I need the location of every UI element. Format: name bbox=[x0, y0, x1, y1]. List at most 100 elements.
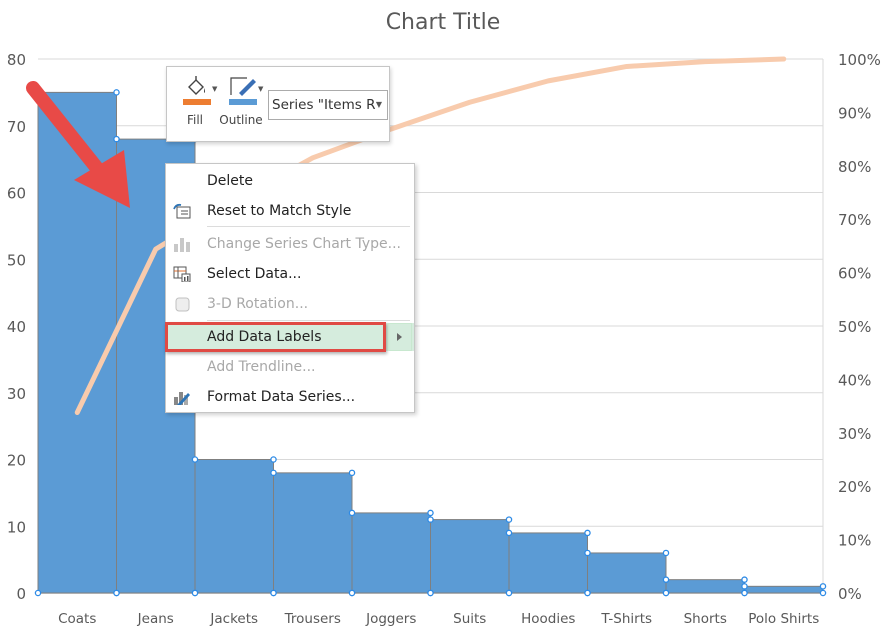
fill-dropdown-icon[interactable]: ▼ bbox=[212, 85, 217, 93]
selection-handle bbox=[191, 589, 199, 597]
y2-tick-label: 50% bbox=[838, 318, 871, 336]
paint-bucket-icon bbox=[188, 76, 205, 95]
menu-item-format-data-series[interactable]: Format Data Series... bbox=[166, 383, 414, 411]
y2-tick-label: 10% bbox=[838, 532, 871, 550]
selection-handle bbox=[270, 589, 277, 597]
outline-dropdown-icon[interactable]: ▼ bbox=[258, 85, 263, 93]
bar[interactable] bbox=[273, 472, 353, 594]
x-tick-label: Polo Shirts bbox=[748, 611, 819, 627]
menu-separator bbox=[207, 320, 410, 321]
mini-toolbar: ▼ Fill ▼ Outline Series "Items R ▼ bbox=[166, 66, 390, 142]
outline-color-swatch bbox=[229, 99, 257, 105]
chart-type-icon bbox=[174, 238, 190, 252]
selection-handle bbox=[741, 583, 748, 590]
selection-handle bbox=[191, 456, 199, 463]
chart-title[interactable]: Chart Title bbox=[386, 10, 501, 35]
x-tick-label: Trousers bbox=[284, 611, 341, 627]
selection-handle bbox=[348, 589, 356, 597]
selection-handle bbox=[584, 549, 591, 557]
x-tick-label: Hoodies bbox=[521, 611, 575, 627]
y2-tick-label: 100% bbox=[838, 51, 881, 69]
selection-handle bbox=[584, 529, 591, 537]
x-axis: Coats Jeans Jackets Trousers Joggers Suits Hoo… bbox=[58, 611, 819, 627]
selection-handle bbox=[427, 589, 434, 597]
y2-tick-label: 70% bbox=[838, 211, 871, 229]
selection-handle bbox=[584, 589, 591, 597]
x-tick-label: Shorts bbox=[684, 611, 727, 627]
y-axis-right: 0% 10% 20% 30% 40% 50% 60% 70% 80% 90% 100% bbox=[838, 51, 881, 603]
submenu-arrow-icon bbox=[397, 333, 402, 341]
x-tick-label: Jeans bbox=[137, 611, 174, 627]
y2-tick-label: 90% bbox=[838, 104, 871, 122]
menu-item-add-data-labels[interactable]: Add Data Labels bbox=[165, 322, 414, 352]
select-data-icon bbox=[173, 266, 191, 282]
y-tick-label: 10 bbox=[7, 518, 26, 536]
bar[interactable] bbox=[351, 512, 431, 594]
y-tick-label: 50 bbox=[7, 251, 26, 269]
bar[interactable] bbox=[744, 585, 824, 594]
menu-item-label: 3-D Rotation... bbox=[207, 296, 309, 312]
x-tick-label: Suits bbox=[453, 611, 486, 627]
format-series-icon bbox=[174, 392, 190, 405]
menu-item-label: Reset to Match Style bbox=[207, 203, 352, 219]
context-menu: Delete Reset to Match Style Change Serie… bbox=[165, 163, 415, 413]
menu-item-add-trendline: Add Trendline... bbox=[166, 353, 414, 381]
fill-label: Fill bbox=[186, 113, 204, 127]
y2-tick-label: 20% bbox=[838, 478, 871, 496]
outline-label: Outline bbox=[219, 113, 263, 127]
selection-handle bbox=[113, 589, 120, 597]
selection-handle bbox=[662, 549, 670, 557]
menu-separator bbox=[207, 226, 410, 227]
selection-handle bbox=[113, 135, 120, 143]
y2-tick-label: 40% bbox=[838, 371, 871, 389]
menu-item-label: Delete bbox=[207, 173, 253, 189]
menu-item-delete[interactable]: Delete bbox=[166, 167, 414, 195]
selection-handle bbox=[113, 89, 120, 96]
pareto-chart: Chart Title 0 10 20 30 40 50 60 70 80 0% 10% 20% 30… bbox=[7, 10, 881, 627]
menu-item-label: Change Series Chart Type... bbox=[207, 236, 401, 252]
3d-rotation-icon bbox=[175, 297, 190, 312]
outline-button[interactable]: ▼ Outline bbox=[219, 75, 263, 137]
selection-handle bbox=[427, 516, 434, 523]
selection-handle bbox=[427, 509, 434, 517]
menu-item-label: Add Data Labels bbox=[207, 329, 322, 345]
fill-button[interactable]: ▼ Fill bbox=[173, 75, 217, 137]
selection-handle bbox=[505, 516, 513, 523]
y-tick-label: 40 bbox=[7, 318, 26, 336]
bar[interactable] bbox=[508, 532, 588, 594]
selection-handle bbox=[819, 589, 827, 597]
y-tick-label: 70 bbox=[7, 118, 26, 136]
selection-handle bbox=[662, 576, 670, 583]
fill-color-swatch bbox=[183, 99, 211, 105]
y2-tick-label: 80% bbox=[838, 158, 871, 176]
selection-handle bbox=[34, 589, 42, 597]
selection-handle bbox=[348, 469, 356, 477]
y-tick-label: 60 bbox=[7, 185, 26, 203]
selection-handle bbox=[741, 576, 748, 583]
series-selector-dropdown[interactable]: Series "Items R ▼ bbox=[268, 90, 388, 120]
menu-item-change-series-chart-type: Change Series Chart Type... bbox=[166, 230, 414, 258]
x-tick-label: Coats bbox=[58, 611, 96, 627]
menu-item-label: Select Data... bbox=[207, 266, 302, 282]
y-tick-label: 80 bbox=[7, 51, 26, 69]
y-axis-left: 0 10 20 30 40 50 60 70 80 bbox=[7, 51, 26, 603]
selection-handle bbox=[819, 583, 827, 590]
bar[interactable] bbox=[587, 552, 667, 594]
chevron-down-icon: ▼ bbox=[375, 100, 382, 109]
menu-item-select-data[interactable]: Select Data... bbox=[166, 260, 414, 288]
menu-item-label: Format Data Series... bbox=[207, 389, 356, 405]
selection-handle bbox=[662, 589, 670, 597]
selection-handle bbox=[741, 589, 748, 597]
menu-item-reset-to-match-style[interactable]: Reset to Match Style bbox=[166, 197, 414, 225]
series-selector-value: Series "Items R bbox=[272, 97, 376, 113]
pencil-outline-icon bbox=[230, 77, 256, 96]
y-tick-label: 20 bbox=[7, 452, 26, 470]
bar[interactable] bbox=[665, 579, 745, 594]
y-tick-label: 0 bbox=[16, 585, 26, 603]
selection-handle bbox=[505, 529, 513, 537]
selection-handle bbox=[505, 589, 513, 597]
y2-tick-label: 0% bbox=[838, 585, 862, 603]
bar[interactable] bbox=[194, 459, 274, 594]
bar[interactable] bbox=[430, 519, 510, 594]
selection-handle bbox=[270, 469, 277, 477]
